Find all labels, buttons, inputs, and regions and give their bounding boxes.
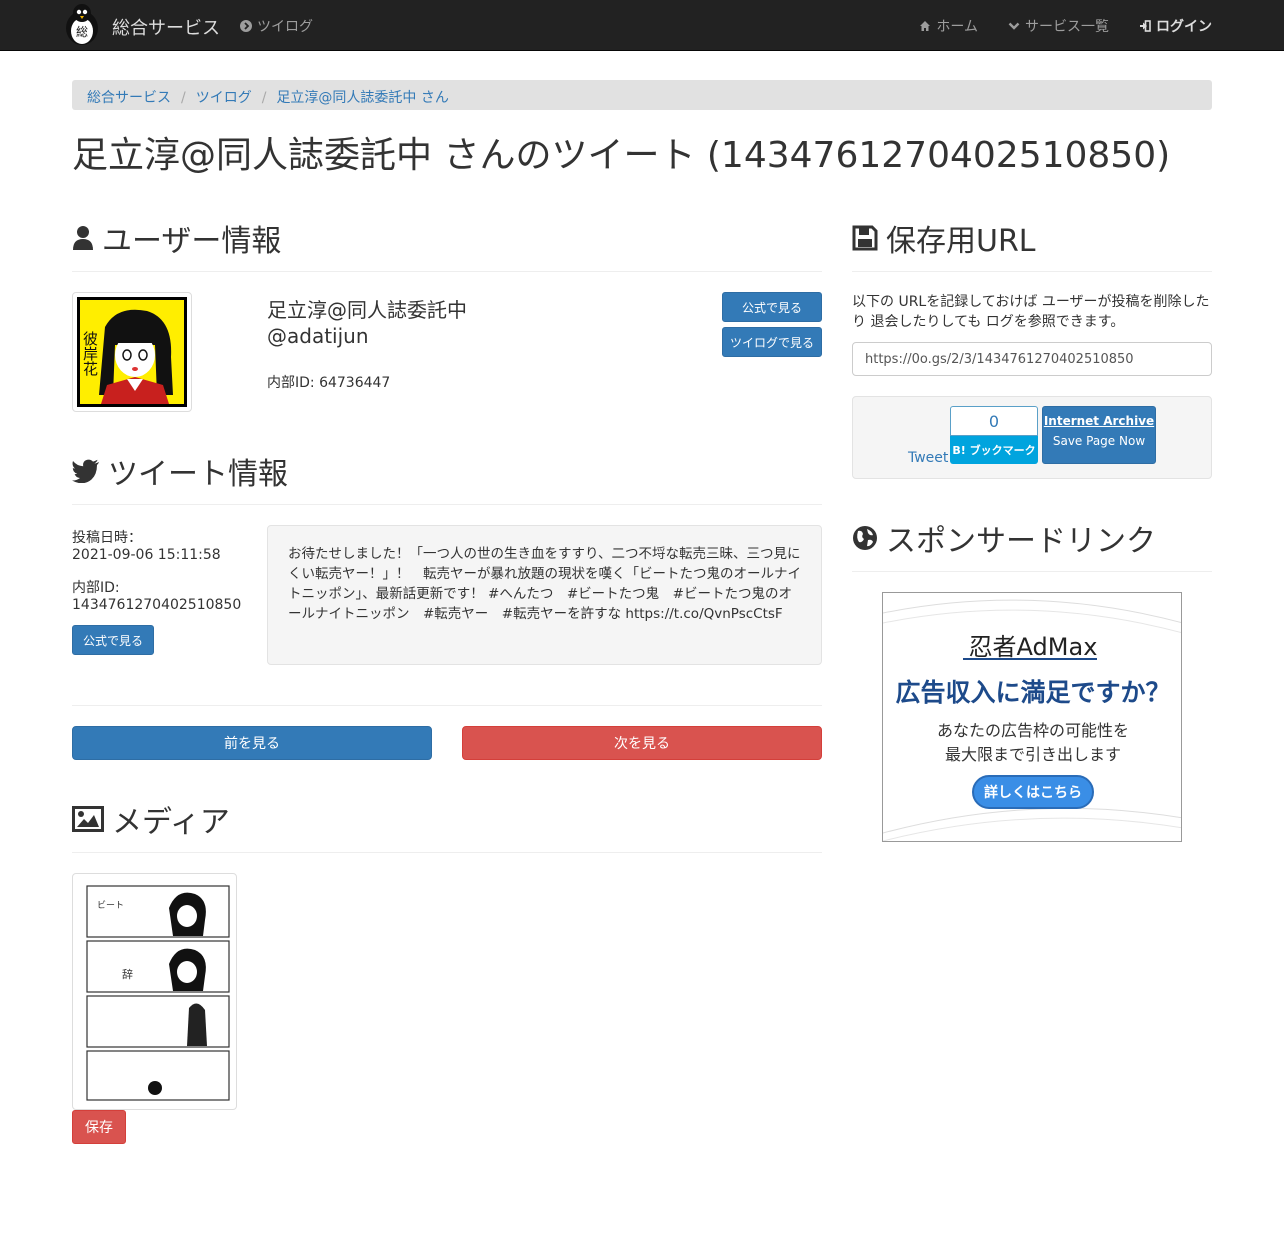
- internet-archive-title: Internet Archive: [1043, 414, 1155, 428]
- sponsor-heading: スポンサードリンク: [852, 516, 1156, 560]
- hatena-bookmark-count[interactable]: 0: [950, 406, 1038, 436]
- sign-in-icon: [1140, 20, 1151, 32]
- save-url-heading-text: 保存用URL: [886, 224, 1036, 259]
- page-title: 足立淳@同人誌委託中 さんのツイート (1434761270402510850): [72, 135, 1171, 176]
- media-heading-text: メディア: [112, 805, 230, 840]
- internet-archive-button[interactable]: Internet Archive Save Page Now: [1042, 406, 1156, 464]
- svg-text:辞: 辞: [122, 967, 133, 981]
- nav-services-dropdown[interactable]: サービス一覧: [1008, 16, 1109, 36]
- user-info-heading-text: ユーザー情報: [102, 224, 282, 259]
- user-icon: [73, 226, 93, 250]
- media-thumbnail[interactable]: ビート 辞: [72, 873, 237, 1110]
- image-icon: [72, 806, 104, 832]
- ad-headline: 広告収入に満足ですか？: [895, 678, 1171, 707]
- svg-text:彼岸花: 彼岸花: [81, 331, 99, 377]
- comic-image: ビート 辞: [77, 878, 232, 1105]
- breadcrumb-separator: /: [181, 90, 186, 106]
- user-handle: @adatijun: [267, 324, 369, 348]
- breadcrumb-separator: /: [261, 90, 267, 106]
- tweet-share-link[interactable]: Tweet: [908, 450, 948, 466]
- posted-datetime: 2021-09-06 15:11:58: [72, 547, 221, 563]
- breadcrumb-user[interactable]: 足立淳@同人誌委託中 さん: [276, 90, 448, 106]
- media-heading: メディア: [72, 797, 230, 841]
- avatar-image: 彼岸花: [77, 297, 187, 407]
- breadcrumb-home[interactable]: 総合サービス: [87, 90, 171, 106]
- ad-banner[interactable]: 忍者AdMax 広告収入に満足ですか？ あなたの広告枠の可能性を 最大限まで引き…: [882, 592, 1182, 842]
- globe-icon: [853, 526, 877, 550]
- divider: [852, 271, 1212, 272]
- next-button[interactable]: 次を見る: [462, 726, 822, 760]
- save-url-input[interactable]: [852, 342, 1212, 376]
- nav-login-link[interactable]: ログイン: [1139, 16, 1212, 36]
- svg-text:ビート: ビート: [97, 900, 124, 911]
- save-url-heading: 保存用URL: [852, 216, 1036, 260]
- ad-line-1: あなたの広告枠の可能性を: [936, 721, 1129, 740]
- navbar: 総 総合サービス ツイログ ホーム サービス一覧 ログイン: [0, 0, 1284, 51]
- view-twilog-button[interactable]: ツイログで見る: [722, 327, 822, 357]
- sponsor-heading-text: スポンサードリンク: [886, 524, 1156, 559]
- prev-button[interactable]: 前を見る: [72, 726, 432, 760]
- divider: [72, 852, 822, 853]
- breadcrumb-twilog[interactable]: ツイログ: [196, 90, 252, 106]
- chevron-down-icon: [1008, 22, 1020, 30]
- nav-home-link[interactable]: ホーム: [919, 16, 978, 36]
- user-internal-id: 内部ID: 64736447: [267, 375, 391, 391]
- ad-line-2: 最大限まで引き出します: [944, 745, 1121, 764]
- view-official-button[interactable]: 公式で見る: [722, 292, 822, 322]
- nav-right: ホーム サービス一覧 ログイン: [889, 16, 1212, 36]
- user-name: 足立淳@同人誌委託中: [267, 298, 467, 322]
- tweet-id-label: 内部ID:: [72, 580, 120, 596]
- breadcrumb: 総合サービス / ツイログ / 足立淳@同人誌委託中 さん: [72, 80, 1212, 110]
- twitter-icon: [72, 459, 99, 483]
- chevron-circle-right-icon: [240, 20, 252, 32]
- tweet-text: お待たせしました！「一つ人の世の生き血をすすり、二つ不埒な転売三昧、三つ見にくい…: [267, 525, 822, 665]
- nav-twilog-label: ツイログ: [257, 19, 313, 35]
- save-url-description: 以下の URLを記録しておけば ユーザーが投稿を削除したり 退会したりしても ロ…: [852, 294, 1210, 330]
- penguin-logo-icon[interactable]: 総: [60, 2, 104, 46]
- divider: [72, 504, 822, 505]
- nav-login-label: ログイン: [1156, 19, 1212, 35]
- user-info-heading: ユーザー情報: [72, 216, 281, 260]
- tweet-id-value: 1434761270402510850: [72, 597, 242, 613]
- hatena-bookmark-button[interactable]: B! ブックマーク: [950, 436, 1038, 464]
- posted-label: 投稿日時：: [72, 530, 142, 546]
- nav-home-label: ホーム: [936, 19, 978, 35]
- nav-twilog-link[interactable]: ツイログ: [240, 16, 313, 36]
- tweet-info-heading: ツイート情報: [72, 449, 288, 493]
- divider: [72, 705, 822, 706]
- avatar[interactable]: 彼岸花: [72, 292, 192, 412]
- ad-details-button[interactable]: 詳しくはこちら: [972, 775, 1094, 809]
- ad-brand: 忍者AdMax: [968, 633, 1098, 661]
- home-icon: [920, 21, 931, 31]
- nav-services-label: サービス一覧: [1025, 19, 1109, 35]
- floppy-disk-icon: [852, 225, 878, 251]
- svg-text:総: 総: [76, 25, 88, 39]
- save-media-button[interactable]: 保存: [72, 1110, 126, 1144]
- internet-archive-subtitle: Save Page Now: [1052, 434, 1146, 448]
- divider: [852, 571, 1212, 572]
- divider: [72, 271, 822, 272]
- tweet-view-official-button[interactable]: 公式で見る: [72, 625, 154, 655]
- brand-link[interactable]: 総合サービス: [112, 14, 220, 40]
- tweet-info-heading-text: ツイート情報: [108, 457, 288, 492]
